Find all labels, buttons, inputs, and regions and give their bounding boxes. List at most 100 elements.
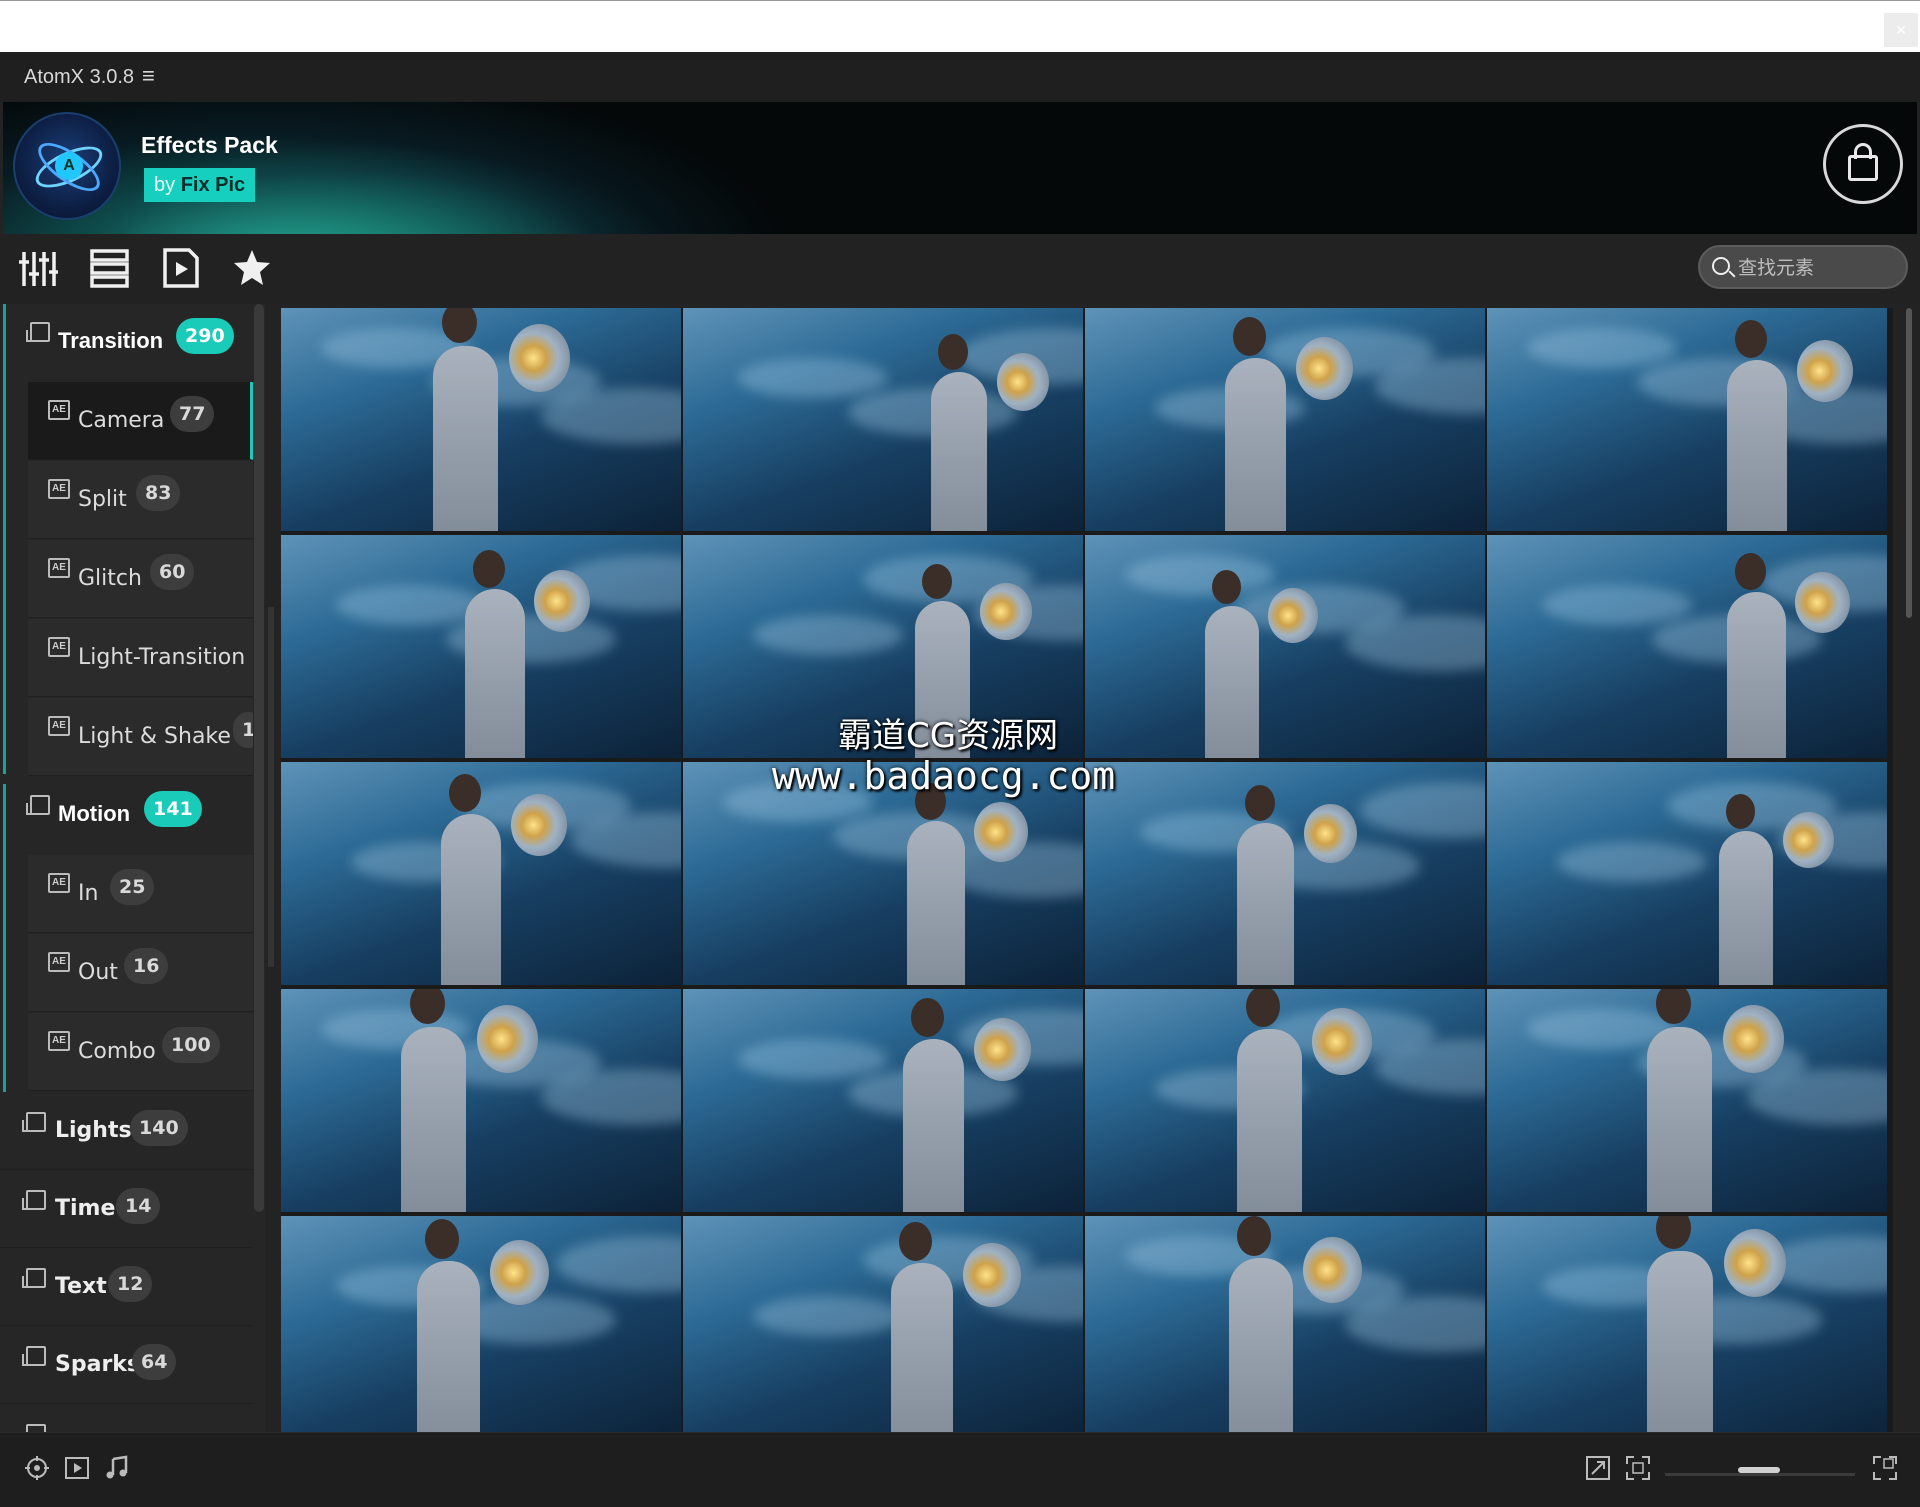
thumbnail-helmet <box>997 353 1049 411</box>
thumbnail-cloud <box>753 615 903 655</box>
category-label: Lights <box>55 1118 132 1143</box>
star-icon[interactable] <box>232 248 272 288</box>
pack-author-badge[interactable]: by Fix Pic <box>144 168 256 202</box>
subcategory-out[interactable]: AE Out 16 <box>28 934 253 1012</box>
thumbnail-figure <box>1205 606 1259 758</box>
thumbnail-helmet <box>1783 812 1834 868</box>
category-label: Time <box>55 1196 116 1221</box>
thumbnail-cloud <box>1542 585 1692 625</box>
sliders-icon[interactable] <box>18 248 58 288</box>
window-close-button[interactable]: × <box>1884 13 1918 47</box>
thumbnail-head <box>911 998 944 1037</box>
effect-preview-thumbnail[interactable] <box>281 762 681 985</box>
thumbnail-head <box>1237 1216 1271 1256</box>
app-title: AtomX 3.0.8 <box>24 66 135 88</box>
count-badge: 141 <box>144 791 202 827</box>
category-sparks[interactable]: Sparks 64 <box>0 1326 253 1404</box>
subcategory-label: Camera <box>78 408 165 433</box>
fit-icon[interactable] <box>1625 1455 1651 1481</box>
subcategory-label: Out <box>78 960 118 985</box>
subcategory-in[interactable]: AE In 25 <box>28 855 253 933</box>
subcategory-light-transition[interactable]: AE Light-Transition <box>28 619 253 697</box>
ae-file-icon: AE <box>48 716 70 736</box>
count-badge: 14 <box>116 1188 161 1224</box>
subcategory-camera[interactable]: AE Camera 77 <box>28 382 253 460</box>
status-bar <box>0 1432 1920 1507</box>
category-label: Text <box>55 1274 107 1299</box>
thumbnail-helmet <box>980 583 1032 640</box>
sidebar-scrollbar[interactable] <box>254 304 264 1212</box>
list-view-icon[interactable] <box>90 248 130 288</box>
zoom-slider-handle[interactable] <box>1738 1467 1780 1473</box>
category-sidebar: Transition 290 AE Camera 77 AE Split 83 … <box>0 304 265 1484</box>
thumbnail-figure <box>1237 823 1294 985</box>
folder-icon <box>26 795 50 815</box>
thumbnail-figure <box>1727 360 1787 531</box>
video-file-icon[interactable] <box>161 248 201 288</box>
ae-file-icon: AE <box>48 558 70 578</box>
subcategory-glitch[interactable]: AE Glitch 60 <box>28 540 253 618</box>
target-icon[interactable] <box>24 1455 50 1481</box>
hamburger-menu-icon[interactable]: ≡ <box>142 63 155 89</box>
category-motion[interactable]: Motion 141 <box>0 777 253 855</box>
music-note-icon[interactable] <box>104 1455 130 1481</box>
thumbnail-head <box>1212 570 1241 604</box>
zoom-slider-track[interactable] <box>1665 1473 1855 1476</box>
folder-icon <box>22 1190 46 1210</box>
effect-preview-thumbnail[interactable] <box>683 989 1083 1212</box>
thumbnail-figure <box>1647 1027 1712 1212</box>
ae-file-icon: AE <box>48 637 70 657</box>
thumbnail-head <box>1245 785 1275 821</box>
subcategory-combo[interactable]: AE Combo 100 <box>28 1013 253 1091</box>
effect-preview-thumbnail[interactable] <box>281 1216 681 1436</box>
shop-button[interactable] <box>1823 124 1903 204</box>
splitter-handle[interactable] <box>268 607 274 967</box>
effect-preview-thumbnail[interactable] <box>1085 762 1485 985</box>
effect-preview-thumbnail[interactable] <box>1487 762 1887 985</box>
effect-preview-thumbnail[interactable] <box>1085 308 1485 531</box>
preview-grid <box>281 308 1893 1436</box>
thumbnail-figure <box>417 1261 480 1436</box>
thumbnail-figure <box>433 346 498 531</box>
thumbnail-figure <box>1719 831 1773 985</box>
search-input[interactable] <box>1738 255 1898 281</box>
author-name: Fix Pic <box>180 174 246 196</box>
thumbnail-cloud <box>738 1039 888 1079</box>
category-label: Sparks <box>55 1352 141 1377</box>
fullscreen-icon[interactable] <box>1872 1455 1898 1481</box>
image-folder-icon <box>22 1346 46 1366</box>
expand-icon[interactable] <box>1585 1455 1611 1481</box>
play-box-icon[interactable] <box>64 1455 90 1481</box>
effect-preview-thumbnail[interactable] <box>1085 989 1485 1212</box>
effect-preview-thumbnail[interactable] <box>281 535 681 758</box>
effect-preview-thumbnail[interactable] <box>683 308 1083 531</box>
category-time[interactable]: Time 14 <box>0 1170 253 1248</box>
search-box[interactable] <box>1698 245 1908 289</box>
effect-preview-thumbnail[interactable] <box>281 989 681 1212</box>
folder-icon <box>26 322 50 342</box>
category-text[interactable]: Text 12 <box>0 1248 253 1326</box>
shopping-bag-icon <box>1848 155 1878 181</box>
subcategory-split[interactable]: AE Split 83 <box>28 461 253 539</box>
thumbnail-helmet <box>1723 1005 1784 1073</box>
ae-file-icon: AE <box>48 1031 70 1051</box>
effect-preview-thumbnail[interactable] <box>1487 308 1887 531</box>
subcategory-light-shake[interactable]: AE Light & Shake 1 <box>28 698 253 776</box>
effect-preview-thumbnail[interactable] <box>1085 535 1485 758</box>
ae-file-icon: AE <box>48 873 70 893</box>
effect-preview-thumbnail[interactable] <box>1085 1216 1485 1436</box>
thumbnail-figure <box>1727 592 1786 758</box>
effect-preview-thumbnail[interactable] <box>281 308 681 531</box>
grid-scrollbar[interactable] <box>1906 308 1912 618</box>
effect-preview-thumbnail[interactable] <box>1487 1216 1887 1436</box>
ae-file-icon: AE <box>48 400 70 420</box>
search-icon <box>1712 257 1730 275</box>
effect-preview-thumbnail[interactable] <box>1487 989 1887 1212</box>
effect-preview-thumbnail[interactable] <box>1487 535 1887 758</box>
effect-preview-thumbnail[interactable] <box>683 1216 1083 1436</box>
count-badge: 100 <box>162 1027 220 1063</box>
category-transition[interactable]: Transition 290 <box>0 304 253 382</box>
category-lights[interactable]: Lights 140 <box>0 1092 253 1170</box>
watermark-line2: www.badaocg.com <box>772 754 1116 798</box>
thumbnail-cloud <box>1557 842 1707 882</box>
